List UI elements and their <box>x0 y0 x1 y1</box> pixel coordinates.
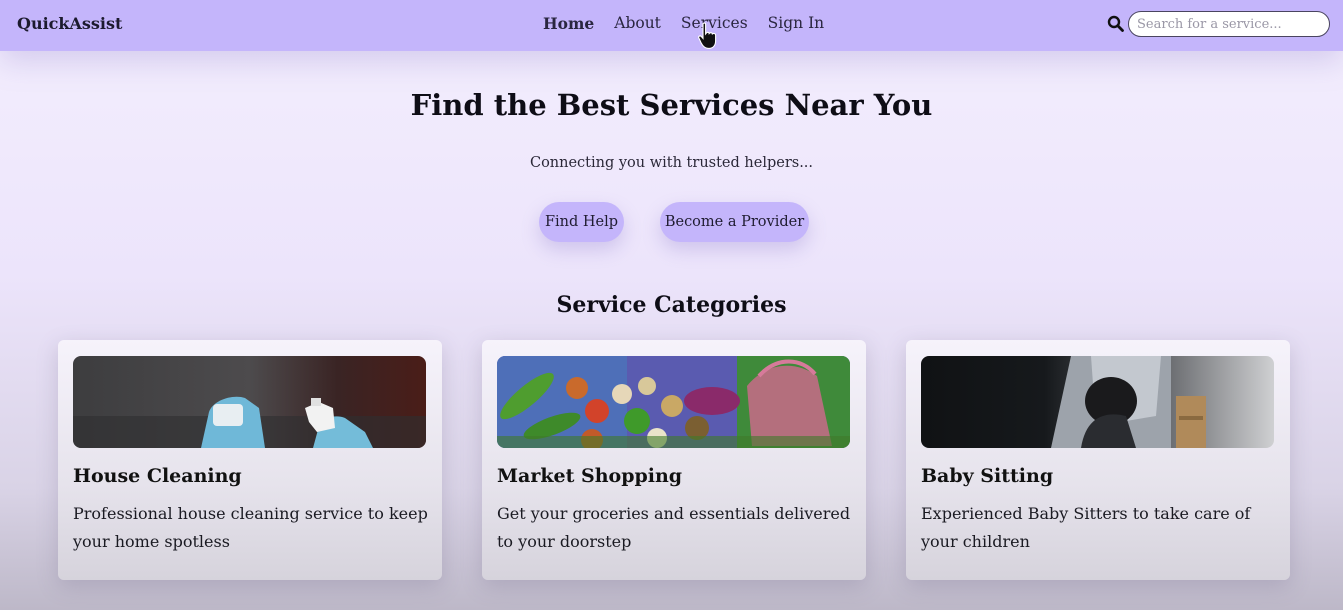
card-description: Experienced Baby Sitters to take care of… <box>921 504 1251 551</box>
service-card-house-cleaning[interactable]: House Cleaning Professional house cleani… <box>58 340 442 580</box>
service-card-baby-sitting[interactable]: Baby Sitting Experienced Baby Sitters to… <box>906 340 1290 580</box>
nav-links: Home About Services Sign In <box>543 14 824 33</box>
nav-link-about[interactable]: About <box>614 14 661 33</box>
card-title: Market Shopping <box>497 465 683 487</box>
card-description: Get your groceries and essentials delive… <box>497 504 851 551</box>
search-input[interactable] <box>1128 11 1330 37</box>
find-help-button[interactable]: Find Help <box>539 202 624 242</box>
market-shopping-image <box>497 356 850 448</box>
baby-sitting-image <box>921 356 1274 448</box>
hero-title: Find the Best Services Near You <box>410 88 933 122</box>
hand-pointer-cursor-icon <box>698 22 717 49</box>
house-cleaning-image <box>73 356 426 448</box>
service-card-market-shopping[interactable]: Market Shopping Get your groceries and e… <box>482 340 866 580</box>
card-description: Professional house cleaning service to k… <box>73 504 428 551</box>
hero-subtitle: Connecting you with trusted helpers... <box>529 155 814 171</box>
nav-link-sign-in[interactable]: Sign In <box>768 14 825 33</box>
become-provider-button[interactable]: Become a Provider <box>660 202 809 242</box>
card-title: Baby Sitting <box>921 465 1054 487</box>
card-title: House Cleaning <box>73 465 242 487</box>
navbar: QuickAssist Home About Services Sign In <box>0 0 1343 51</box>
brand-logo[interactable]: QuickAssist <box>17 14 122 33</box>
search-icon[interactable] <box>1107 15 1124 32</box>
categories-title: Service Categories <box>556 292 787 318</box>
nav-link-home[interactable]: Home <box>543 14 594 33</box>
